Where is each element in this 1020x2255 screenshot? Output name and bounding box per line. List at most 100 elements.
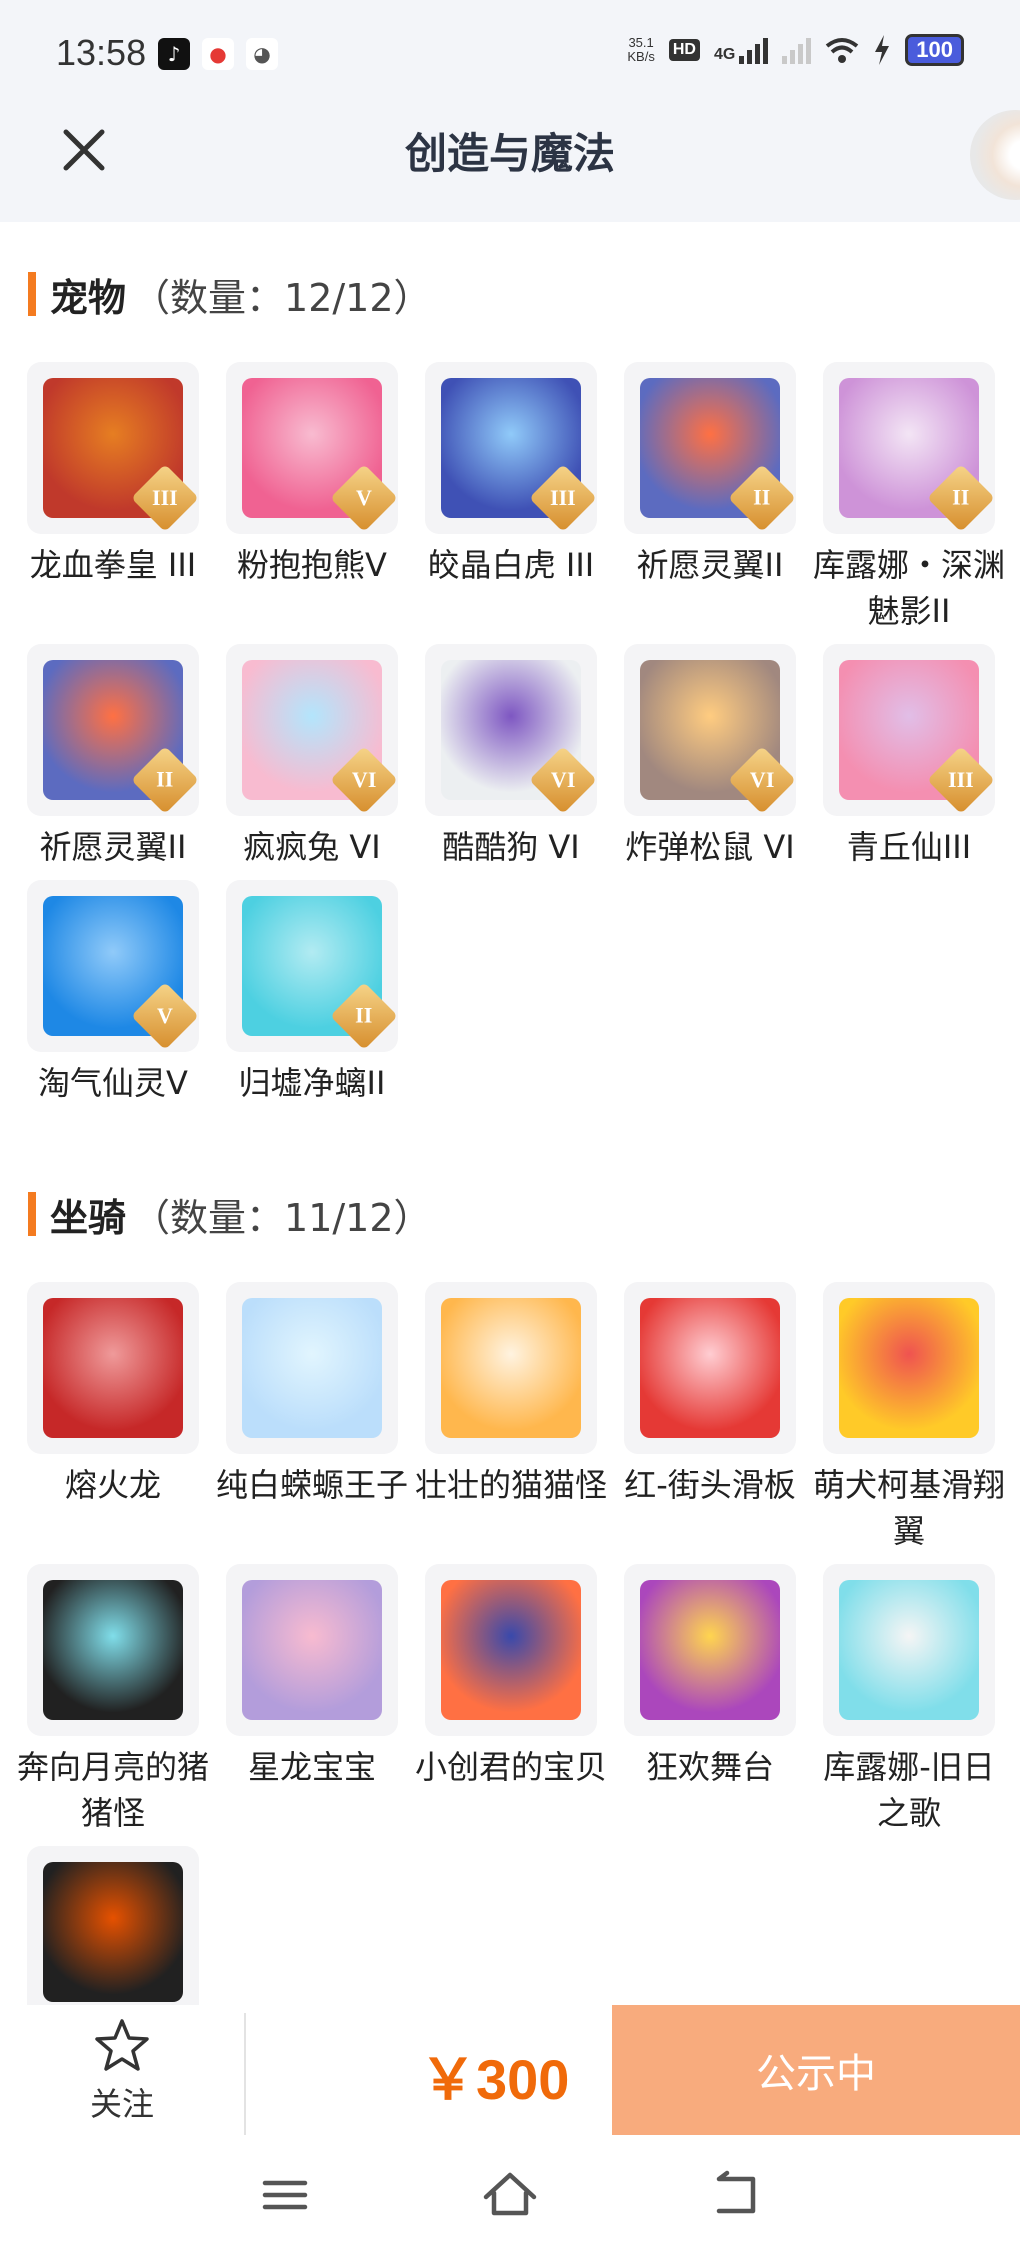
- map-pin-icon: ●: [202, 38, 234, 70]
- item-label: 狂欢舞台: [645, 1748, 774, 1786]
- mount-card[interactable]: 狂欢舞台: [624, 1564, 796, 1836]
- item-thumbnail[interactable]: [226, 1282, 398, 1454]
- item-label: 熔火龙: [64, 1466, 161, 1504]
- pet-card[interactable]: II 祈愿灵翼II: [624, 362, 796, 634]
- pet-card[interactable]: V 粉抱抱熊Ⅴ: [226, 362, 398, 634]
- pet-card[interactable]: III 皎晶白虎 III: [425, 362, 597, 634]
- item-image: [640, 1298, 780, 1438]
- item-thumbnail[interactable]: III: [425, 362, 597, 534]
- item-image: [43, 1298, 183, 1438]
- item-label: 酷酷狗 VI: [442, 828, 580, 866]
- item-thumbnail[interactable]: [425, 1564, 597, 1736]
- price: ￥300: [420, 2048, 570, 2111]
- wifi-icon: [826, 38, 859, 63]
- status-button[interactable]: 公示中: [612, 2005, 1020, 2135]
- item-thumbnail[interactable]: [823, 1282, 995, 1454]
- item-thumbnail[interactable]: [425, 1282, 597, 1454]
- tier-label: V: [157, 1002, 173, 1028]
- charging-icon: [875, 35, 890, 65]
- item-label: 星龙宝宝: [247, 1748, 376, 1786]
- item-thumbnail[interactable]: V: [27, 880, 199, 1052]
- item-image: [242, 1580, 382, 1720]
- item-image: [441, 1298, 581, 1438]
- mount-card[interactable]: 星龙宝宝: [226, 1564, 398, 1836]
- item-thumbnail[interactable]: [226, 1564, 398, 1736]
- item-thumbnail[interactable]: [27, 1282, 199, 1454]
- item-label: 淘气仙灵V: [38, 1064, 188, 1102]
- mounts-grid: 熔火龙 纯白蝾螈王子 壮壮的猫猫怪 红-街头滑板 萌犬柯基滑翔翼奔向月亮的猪猪怪 星龙宝宝…: [17, 1282, 1005, 2026]
- item-label: 龙血拳皇 III: [29, 546, 197, 584]
- mount-card[interactable]: 熔火龙: [27, 1282, 199, 1554]
- mount-card[interactable]: [27, 1846, 199, 2026]
- item-thumbnail[interactable]: VI: [226, 644, 398, 816]
- pet-card[interactable]: II 祈愿灵翼II: [27, 644, 199, 870]
- mount-card[interactable]: 奔向月亮的猪猪怪: [17, 1564, 209, 1836]
- item-image: [839, 1298, 979, 1438]
- mount-card[interactable]: 小创君的宝贝: [415, 1564, 607, 1836]
- item-thumbnail[interactable]: VI: [425, 644, 597, 816]
- menu-icon[interactable]: [255, 2165, 315, 2225]
- item-thumbnail[interactable]: II: [226, 880, 398, 1052]
- pet-card[interactable]: II 归墟净螭II: [226, 880, 398, 1106]
- status-time: 13:58: [56, 32, 147, 73]
- item-thumbnail[interactable]: II: [823, 362, 995, 534]
- tier-label: II: [952, 485, 970, 510]
- pet-card[interactable]: VI 炸弹松鼠 VI: [624, 644, 796, 870]
- pet-card[interactable]: VI 酷酷狗 VI: [425, 644, 597, 870]
- system-nav-bar: [0, 2135, 1020, 2255]
- page-title: 创造与魔法: [404, 130, 615, 177]
- item-label: 祈愿灵翼II: [636, 546, 784, 584]
- mount-card[interactable]: 库露娜-旧日之歌: [823, 1564, 995, 1836]
- tier-label: II: [355, 1003, 373, 1028]
- tier-label: II: [753, 485, 771, 510]
- status-bar: 13:58 ♪ ● ◕ 35.1 KB/s HD 4G 100: [0, 0, 1020, 110]
- item-thumbnail[interactable]: [624, 1282, 796, 1454]
- item-image: [43, 1862, 183, 2002]
- tier-label: III: [948, 767, 974, 792]
- home-icon[interactable]: [480, 2165, 540, 2225]
- item-thumbnail[interactable]: II: [624, 362, 796, 534]
- back-icon[interactable]: [705, 2165, 765, 2225]
- hd-badge: HD: [668, 39, 700, 61]
- item-label: 归墟净螭II: [238, 1064, 386, 1102]
- item-thumbnail[interactable]: V: [226, 362, 398, 534]
- item-thumbnail[interactable]: II: [27, 644, 199, 816]
- secondary-signal-icon: [782, 36, 812, 64]
- item-thumbnail[interactable]: [27, 1846, 199, 2018]
- pet-card[interactable]: III 龙血拳皇 III: [27, 362, 199, 634]
- item-label: 皎晶白虎 III: [427, 546, 595, 584]
- item-thumbnail[interactable]: [624, 1564, 796, 1736]
- mounts-section-title: 坐骑 （数量：11/12）: [28, 1192, 432, 1240]
- item-label: 库露娜・深渊魅影II: [812, 546, 1005, 630]
- status-app-icons: ♪ ● ◕: [158, 38, 278, 70]
- follow-label: 关注: [89, 2085, 154, 2123]
- mount-card[interactable]: 壮壮的猫猫怪: [415, 1282, 607, 1554]
- item-thumbnail[interactable]: [27, 1564, 199, 1736]
- mount-card[interactable]: 纯白蝾螈王子: [216, 1282, 408, 1554]
- item-label: 红-街头滑板: [624, 1466, 796, 1504]
- cellular-signal-icon: 4G: [714, 36, 769, 64]
- item-thumbnail[interactable]: III: [27, 362, 199, 534]
- tier-label: VI: [749, 766, 775, 792]
- tier-label: V: [356, 484, 372, 510]
- pet-card[interactable]: VI 疯疯兔 VI: [226, 644, 398, 870]
- mount-card[interactable]: 萌犬柯基滑翔翼: [813, 1282, 1005, 1554]
- follow-button[interactable]: 关注: [62, 2017, 182, 2129]
- item-thumbnail[interactable]: VI: [624, 644, 796, 816]
- mount-card[interactable]: 红-街头滑板: [624, 1282, 796, 1554]
- item-image: [242, 1298, 382, 1438]
- bottom-action-bar: 关注 ￥300 公示中: [0, 2005, 1020, 2143]
- network-speed: 35.1 KB/s: [627, 35, 655, 64]
- item-label: 库露娜-旧日之歌: [823, 1748, 995, 1832]
- item-thumbnail[interactable]: [823, 1564, 995, 1736]
- pets-section-title: 宠物 （数量：12/12）: [28, 272, 432, 320]
- pet-card[interactable]: II 库露娜・深渊魅影II: [813, 362, 1005, 634]
- item-label: 疯疯兔 VI: [243, 828, 381, 866]
- tier-label: VI: [550, 766, 576, 792]
- item-thumbnail[interactable]: III: [823, 644, 995, 816]
- tier-label: VI: [351, 766, 377, 792]
- wechat-icon: ◕: [246, 38, 278, 70]
- pet-card[interactable]: III 青丘仙III: [823, 644, 995, 870]
- pet-card[interactable]: V 淘气仙灵V: [27, 880, 199, 1106]
- item-image: [640, 1580, 780, 1720]
